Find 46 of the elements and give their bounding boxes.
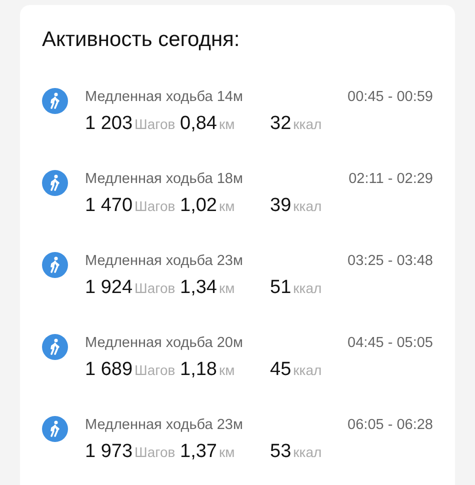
steps-unit: Шагов [134,361,176,380]
steps-unit: Шагов [134,115,176,134]
walking-icon [42,88,68,114]
calories-value: 53 [270,440,292,464]
activity-name: Медленная ходьба 20м [85,334,243,353]
distance-value: 1,34 [180,276,217,300]
walking-icon [42,334,68,360]
walking-icon [42,416,68,442]
calories-unit: ккал [293,279,322,298]
distance-unit: км [218,115,235,134]
distance-value: 1,18 [180,358,217,382]
calories-unit: ккал [293,361,322,380]
walking-icon [42,252,68,278]
activity-name: Медленная ходьба 14м [85,88,243,107]
activity-time: 00:45 - 00:59 [348,88,433,107]
calories-value: 32 [270,112,292,136]
activity-name: Медленная ходьба 23м [85,252,243,271]
steps-value: 1 203 [85,112,133,136]
calories-value: 51 [270,276,292,300]
distance-unit: км [218,197,235,216]
calories-unit: ккал [293,443,322,462]
distance-unit: км [218,361,235,380]
distance-value: 0,84 [180,112,217,136]
walking-icon [42,170,68,196]
activity-name: Медленная ходьба 18м [85,170,243,189]
distance-unit: км [218,443,235,462]
steps-unit: Шагов [134,279,176,298]
steps-value: 1 470 [85,194,133,218]
calories-value: 45 [270,358,292,382]
steps-value: 1 924 [85,276,133,300]
section-title: Активность сегодня: [42,27,241,53]
activity-name: Медленная ходьба 23м [85,416,243,435]
steps-unit: Шагов [134,443,176,462]
steps-value: 1 689 [85,358,133,382]
activity-time: 06:05 - 06:28 [348,416,433,435]
distance-value: 1,02 [180,194,217,218]
activity-time: 02:11 - 02:29 [348,170,433,189]
activity-time: 03:25 - 03:48 [348,252,433,271]
calories-value: 39 [270,194,292,218]
steps-unit: Шагов [134,197,176,216]
distance-unit: км [218,279,235,298]
calories-unit: ккал [293,115,322,134]
distance-value: 1,37 [180,440,217,464]
steps-value: 1 973 [85,440,133,464]
calories-unit: ккал [293,197,322,216]
activity-time: 04:45 - 05:05 [348,334,433,353]
